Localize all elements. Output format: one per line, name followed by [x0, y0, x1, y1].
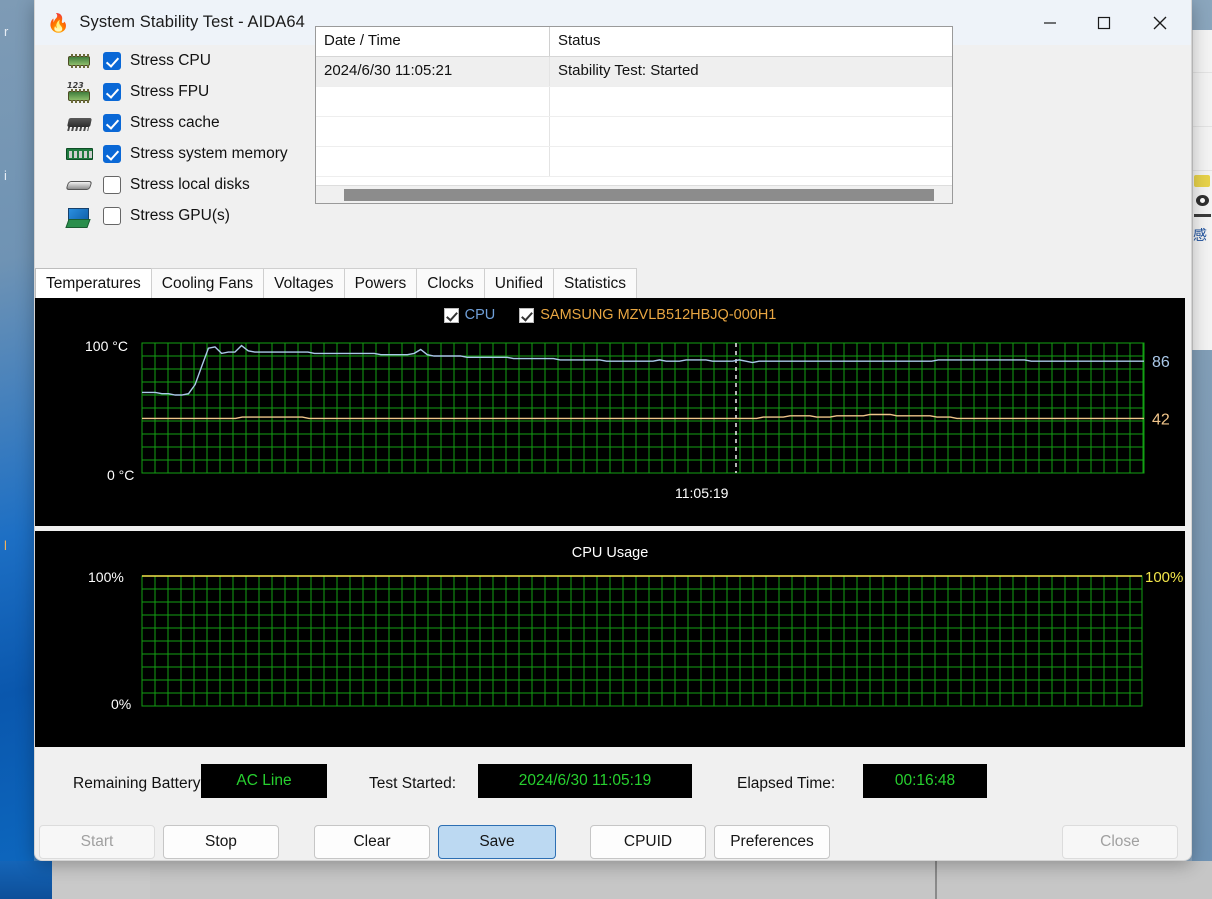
tab-voltages[interactable]: Voltages: [263, 268, 345, 299]
system-stability-test-window: 🔥 System Stability Test - AIDA64 Stress …: [34, 0, 1192, 861]
temperatures-chart: CPU SAMSUNG MZVLB512HBJQ-000H1 100 °C 0 …: [35, 298, 1185, 526]
table-row[interactable]: 2024/6/30 11:05:21 Stability Test: Start…: [316, 57, 952, 87]
hard-disk-icon: [65, 174, 95, 196]
battery-label: Remaining Battery:: [73, 775, 205, 792]
cache-chip-icon: [65, 112, 95, 134]
stop-button[interactable]: Stop: [163, 825, 279, 859]
cell-datetime: [316, 87, 550, 116]
taskbar[interactable]: [0, 861, 1212, 899]
stress-memory-label: Stress system memory: [130, 144, 288, 162]
table-row[interactable]: [316, 147, 952, 177]
table-row[interactable]: [316, 117, 952, 147]
stress-option-row[interactable]: Stress system memory: [35, 138, 335, 169]
svg-text:86: 86: [1152, 354, 1170, 371]
stress-options-panel: Stress CPU 123 Stress FPU Stress cache S…: [35, 45, 335, 231]
clear-button[interactable]: Clear: [314, 825, 430, 859]
cell-datetime: [316, 147, 550, 176]
memory-ram-icon: [65, 143, 95, 165]
tab-cooling-fans[interactable]: Cooling Fans: [150, 268, 265, 299]
stress-option-row[interactable]: 123 Stress FPU: [35, 76, 335, 107]
cell-status: [550, 117, 952, 146]
cell-status: [550, 147, 952, 176]
status-fields: Remaining Battery: AC Line Test Started:…: [35, 758, 1193, 816]
svg-text:42: 42: [1152, 411, 1170, 428]
tab-temperatures[interactable]: Temperatures: [35, 268, 152, 299]
close-icon: [1153, 16, 1167, 29]
stress-disks-label: Stress local disks: [130, 175, 250, 193]
taskbar-segment[interactable]: [937, 861, 1212, 899]
cell-status: [550, 87, 952, 116]
cpu-usage-current-value: 100%: [1145, 569, 1184, 586]
gpu-card-icon: [65, 205, 95, 227]
cell-datetime: 2024/6/30 11:05:21: [316, 57, 550, 86]
stress-option-row[interactable]: Stress cache: [35, 107, 335, 138]
stress-option-row[interactable]: Stress CPU: [35, 45, 335, 76]
status-log-table[interactable]: Date / Time Status 2024/6/30 11:05:21 St…: [315, 26, 953, 204]
stress-fpu-label: Stress FPU: [130, 82, 210, 100]
start-button[interactable]: Start: [39, 825, 155, 859]
battery-value-box: AC Line: [201, 764, 327, 798]
elapsed-time-value-box: 00:16:48: [863, 764, 987, 798]
horizontal-scrollbar[interactable]: [316, 185, 952, 203]
stress-cache-checkbox[interactable]: [103, 113, 121, 132]
desktop-icons-left: r i l: [4, 24, 9, 553]
time-marker-label: 11:05:19: [675, 485, 729, 501]
background-window-divider: [1194, 214, 1211, 217]
tab-statistics[interactable]: Statistics: [553, 268, 638, 299]
minimize-button[interactable]: [1027, 0, 1073, 45]
test-started-label: Test Started:: [369, 775, 457, 792]
stress-option-row[interactable]: Stress local disks: [35, 169, 335, 200]
background-window-highlight: [1194, 175, 1210, 187]
flame-icon: 🔥: [47, 12, 70, 33]
temperatures-plot: 86 42: [141, 342, 1170, 474]
tab-unified[interactable]: Unified: [483, 268, 555, 299]
elapsed-time-value: 00:16:48: [894, 772, 956, 789]
test-started-value-box: 2024/6/30 11:05:19: [478, 764, 692, 798]
elapsed-time-label: Elapsed Time:: [737, 775, 836, 792]
maximize-button[interactable]: [1081, 0, 1127, 45]
table-header: Date / Time Status: [316, 27, 952, 57]
stress-gpu-label: Stress GPU(s): [130, 206, 230, 224]
window-title: System Stability Test - AIDA64: [79, 13, 305, 31]
taskbar-accent: [0, 861, 52, 899]
stress-cpu-checkbox[interactable]: [103, 51, 121, 70]
close-button-bottom[interactable]: Close: [1062, 825, 1178, 859]
cell-status: Stability Test: Started: [558, 62, 699, 79]
cell-datetime: [316, 117, 550, 146]
preferences-button[interactable]: Preferences: [714, 825, 830, 859]
stress-option-row[interactable]: Stress GPU(s): [35, 200, 335, 231]
stress-disks-checkbox[interactable]: [103, 175, 121, 194]
tab-clocks[interactable]: Clocks: [416, 268, 485, 299]
tab-powers[interactable]: Powers: [343, 268, 418, 299]
taskbar-segment[interactable]: [150, 861, 937, 899]
cpuid-button[interactable]: CPUID: [590, 825, 706, 859]
cpu-chip-icon: [65, 50, 95, 72]
table-row[interactable]: [316, 87, 952, 117]
column-header-datetime: Date / Time: [316, 27, 550, 56]
test-started-value: 2024/6/30 11:05:19: [518, 772, 652, 789]
maximize-icon: [1097, 16, 1111, 29]
cpu-usage-chart: CPU Usage 100% 0% 100%: [35, 531, 1185, 747]
stress-cache-label: Stress cache: [130, 113, 220, 131]
stress-cpu-label: Stress CPU: [130, 51, 211, 69]
stress-memory-checkbox[interactable]: [103, 144, 121, 163]
tab-bar: Temperatures Cooling Fans Voltages Power…: [35, 267, 638, 299]
stress-gpu-checkbox[interactable]: [103, 206, 121, 225]
cpu-usage-plot: [141, 575, 1143, 707]
save-button[interactable]: Save: [438, 825, 556, 859]
scrollbar-thumb[interactable]: [344, 189, 934, 201]
stress-fpu-checkbox[interactable]: [103, 82, 121, 101]
battery-value: AC Line: [236, 772, 292, 789]
background-window-right[interactable]: [1192, 30, 1212, 350]
minimize-icon: [1044, 21, 1056, 24]
column-header-status: Status: [558, 32, 601, 49]
eye-icon: [1196, 195, 1209, 206]
close-button[interactable]: [1137, 0, 1183, 45]
fpu-chip-icon: 123: [65, 81, 95, 103]
action-buttons: Start Stop Clear Save CPUID Preferences …: [35, 825, 1193, 865]
background-window-glyph: 感: [1193, 228, 1207, 244]
